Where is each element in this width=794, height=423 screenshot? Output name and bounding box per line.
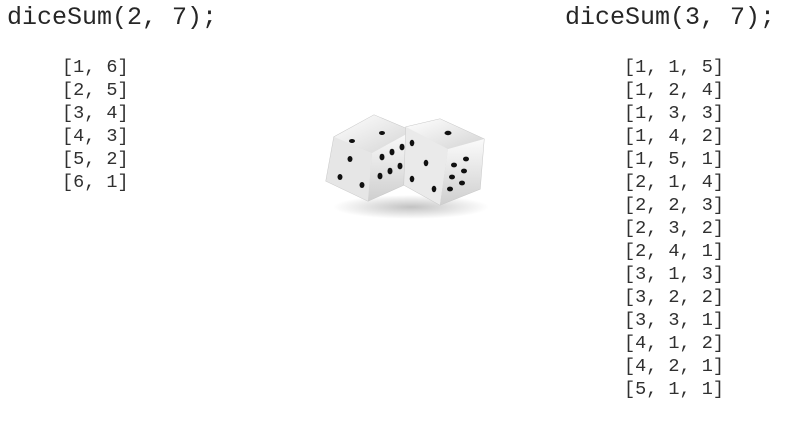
left-result-item: [2, 5] [62, 80, 129, 101]
right-call-title: diceSum(3, 7); [565, 3, 776, 32]
right-result-item: [1, 2, 4] [624, 80, 724, 101]
right-result-item: [1, 4, 2] [624, 126, 724, 147]
right-result-item: [2, 2, 3] [624, 195, 724, 216]
left-call-title: diceSum(2, 7); [7, 3, 218, 32]
right-results-list: [1, 1, 5] [1, 2, 4] [1, 3, 3] [1, 4, 2] [1, … [624, 56, 724, 401]
left-result-item: [4, 3] [62, 126, 129, 147]
right-result-item: [3, 1, 3] [624, 264, 724, 285]
right-result-item: [2, 3, 2] [624, 218, 724, 239]
right-result-item: [5, 1, 1] [624, 379, 724, 400]
left-results-list: [1, 6] [2, 5] [3, 4] [4, 3] [5, 2] [6, 1] [62, 56, 129, 194]
dice-icon [316, 97, 491, 228]
right-result-item: [4, 2, 1] [624, 356, 724, 377]
left-result-item: [5, 2] [62, 149, 129, 170]
right-result-item: [3, 2, 2] [624, 287, 724, 308]
right-result-item: [1, 3, 3] [624, 103, 724, 124]
left-result-item: [6, 1] [62, 172, 129, 193]
right-result-item: [4, 1, 2] [624, 333, 724, 354]
right-result-item: [1, 1, 5] [624, 57, 724, 78]
right-result-item: [1, 5, 1] [624, 149, 724, 170]
left-result-item: [1, 6] [62, 57, 129, 78]
right-result-item: [3, 3, 1] [624, 310, 724, 331]
right-result-item: [2, 1, 4] [624, 172, 724, 193]
left-result-item: [3, 4] [62, 103, 129, 124]
right-result-item: [2, 4, 1] [624, 241, 724, 262]
